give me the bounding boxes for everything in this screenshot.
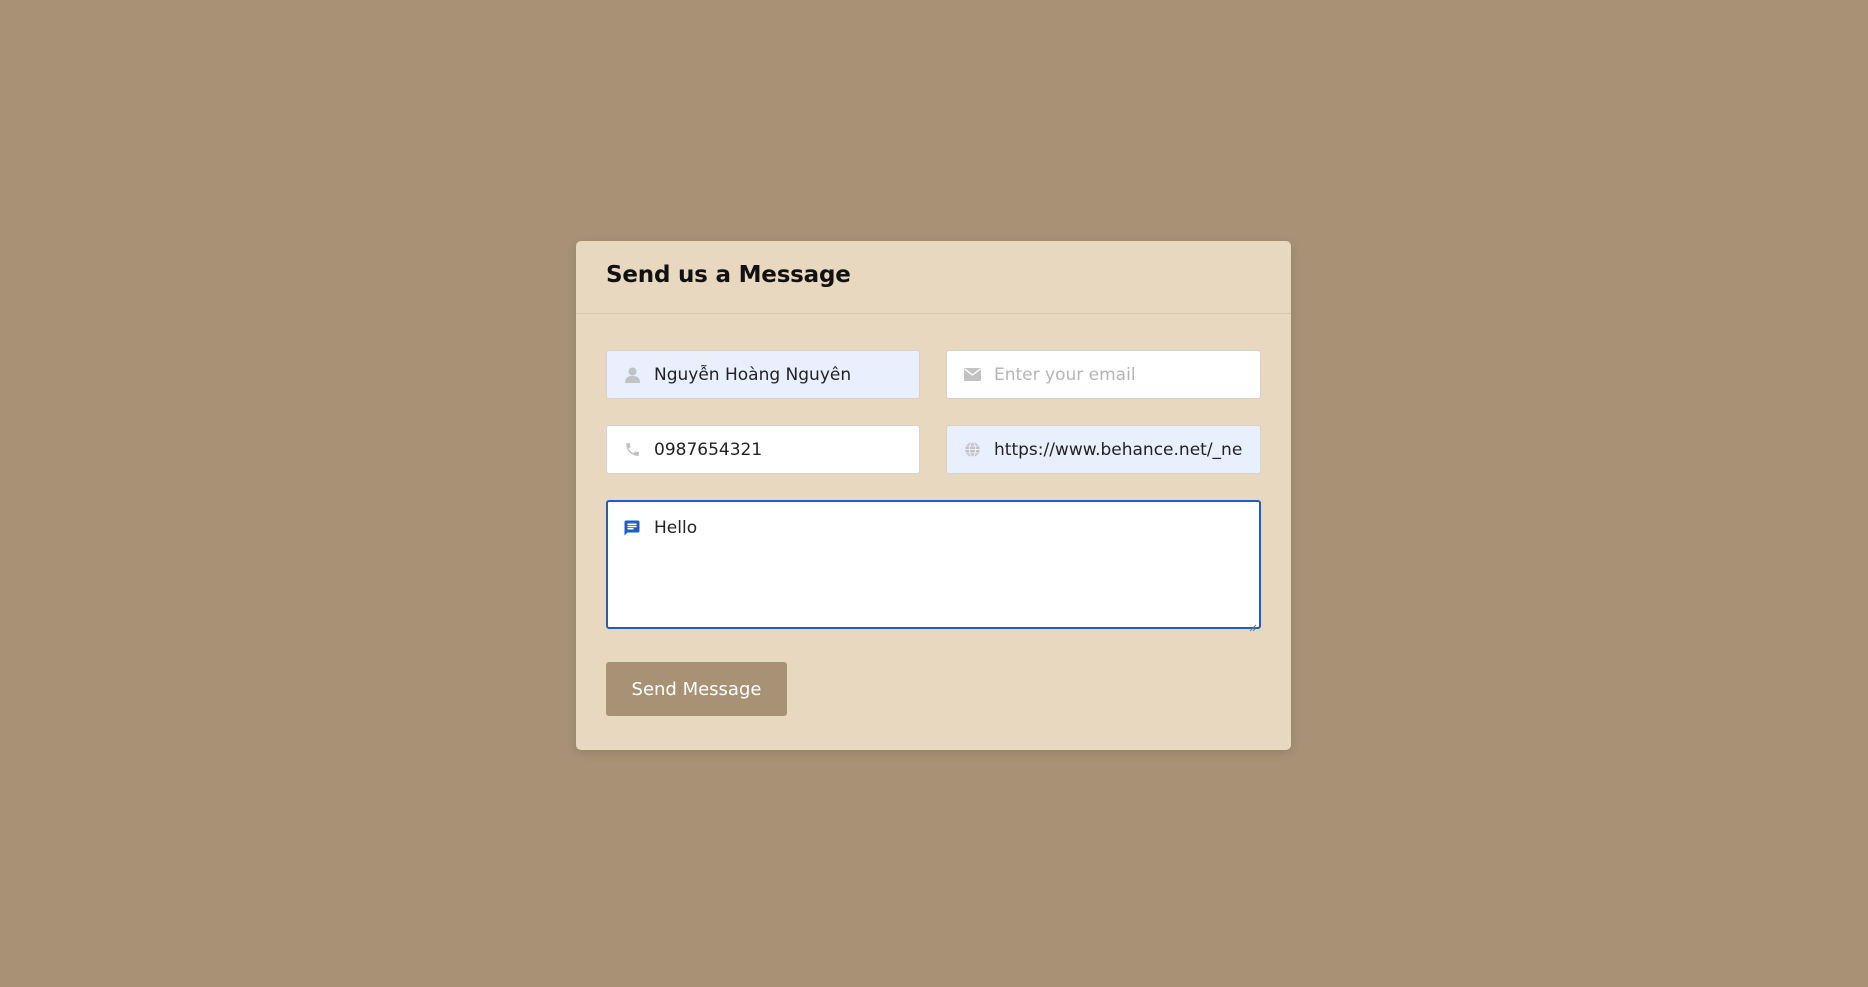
envelope-icon <box>963 366 981 384</box>
phone-icon <box>623 441 641 459</box>
globe-icon <box>963 441 981 459</box>
contact-form-card: Send us a Message Hello Send Mess <box>576 241 1291 750</box>
website-field[interactable] <box>946 425 1261 474</box>
user-icon <box>623 366 641 384</box>
email-field[interactable] <box>946 350 1261 399</box>
card-header: Send us a Message <box>576 241 1291 314</box>
send-message-button[interactable]: Send Message <box>606 662 787 716</box>
form-title: Send us a Message <box>606 262 851 288</box>
message-field[interactable]: Hello <box>606 500 1261 632</box>
email-input[interactable] <box>994 364 1260 385</box>
name-input[interactable] <box>654 364 919 385</box>
resize-handle[interactable] <box>1249 617 1257 632</box>
message-icon <box>623 519 641 537</box>
message-textarea[interactable]: Hello <box>654 518 1234 618</box>
website-input[interactable] <box>994 439 1260 460</box>
phone-input[interactable] <box>654 439 919 460</box>
name-field[interactable] <box>606 350 920 399</box>
phone-field[interactable] <box>606 425 920 474</box>
